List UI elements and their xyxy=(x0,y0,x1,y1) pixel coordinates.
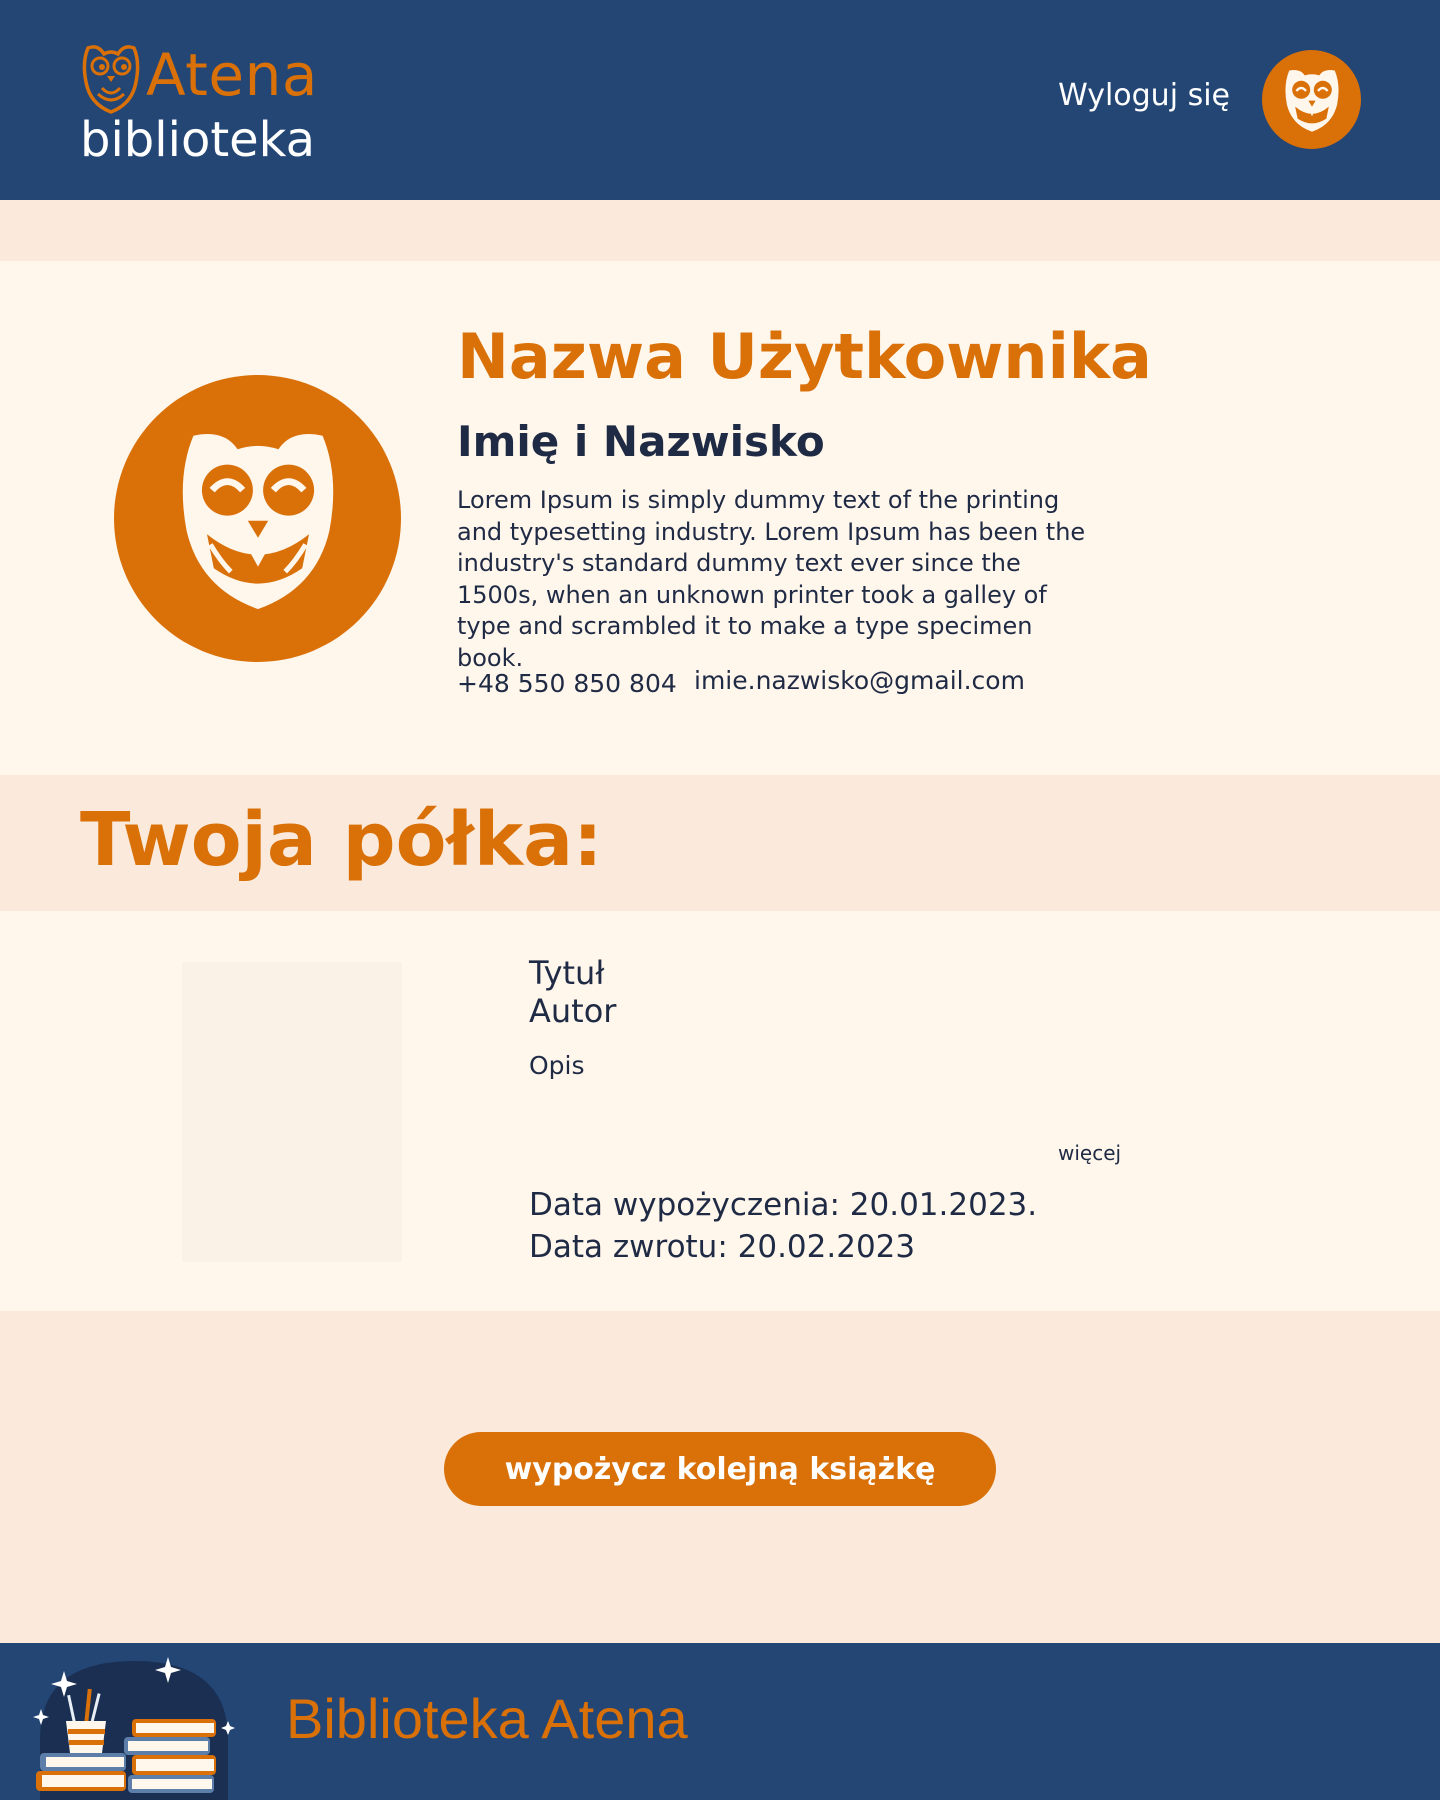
phone-number: +48 550 850 804 xyxy=(457,669,677,698)
borrow-next-book-button[interactable]: wypożycz kolejną książkę xyxy=(444,1432,996,1506)
book-description: Opis xyxy=(529,1051,585,1080)
loan-date: Data wypożyczenia: 20.01.2023. xyxy=(529,1187,1038,1223)
book-card: Tytuł Autor Opis więcej Data wypożyczeni… xyxy=(0,911,1440,1311)
logout-link[interactable]: Wyloguj się xyxy=(1058,78,1230,113)
shelf-title: Twoja półka: xyxy=(80,797,603,883)
brand-subtitle: biblioteka xyxy=(80,112,316,168)
books-illustration xyxy=(33,1657,235,1800)
profile-card: Nazwa Użytkownika Imię i Nazwisko Lorem … xyxy=(0,261,1440,775)
owl-icon xyxy=(82,45,140,114)
footer: Biblioteka Atena xyxy=(0,1643,1440,1800)
profile-avatar xyxy=(114,375,401,662)
brand-title: Atena xyxy=(146,41,318,109)
return-date: Data zwrotu: 20.02.2023 xyxy=(529,1229,916,1265)
user-bio: Lorem Ipsum is simply dummy text of the … xyxy=(457,486,1086,672)
more-link[interactable]: więcej xyxy=(1058,1141,1121,1165)
header: Atena biblioteka Wyloguj się xyxy=(0,0,1440,200)
logo[interactable]: Atena biblioteka xyxy=(80,38,340,168)
book-cover xyxy=(182,962,402,1262)
owl-icon xyxy=(182,433,333,609)
full-name: Imię i Nazwisko xyxy=(457,417,825,466)
username: Nazwa Użytkownika xyxy=(457,320,1152,393)
book-author: Autor xyxy=(529,992,617,1030)
owl-icon xyxy=(1284,69,1339,132)
footer-brand: Biblioteka Atena xyxy=(286,1687,688,1750)
book-title: Tytuł xyxy=(529,954,605,992)
email-address: imie.nazwisko@gmail.com xyxy=(694,666,1025,695)
user-avatar[interactable] xyxy=(1262,50,1361,149)
